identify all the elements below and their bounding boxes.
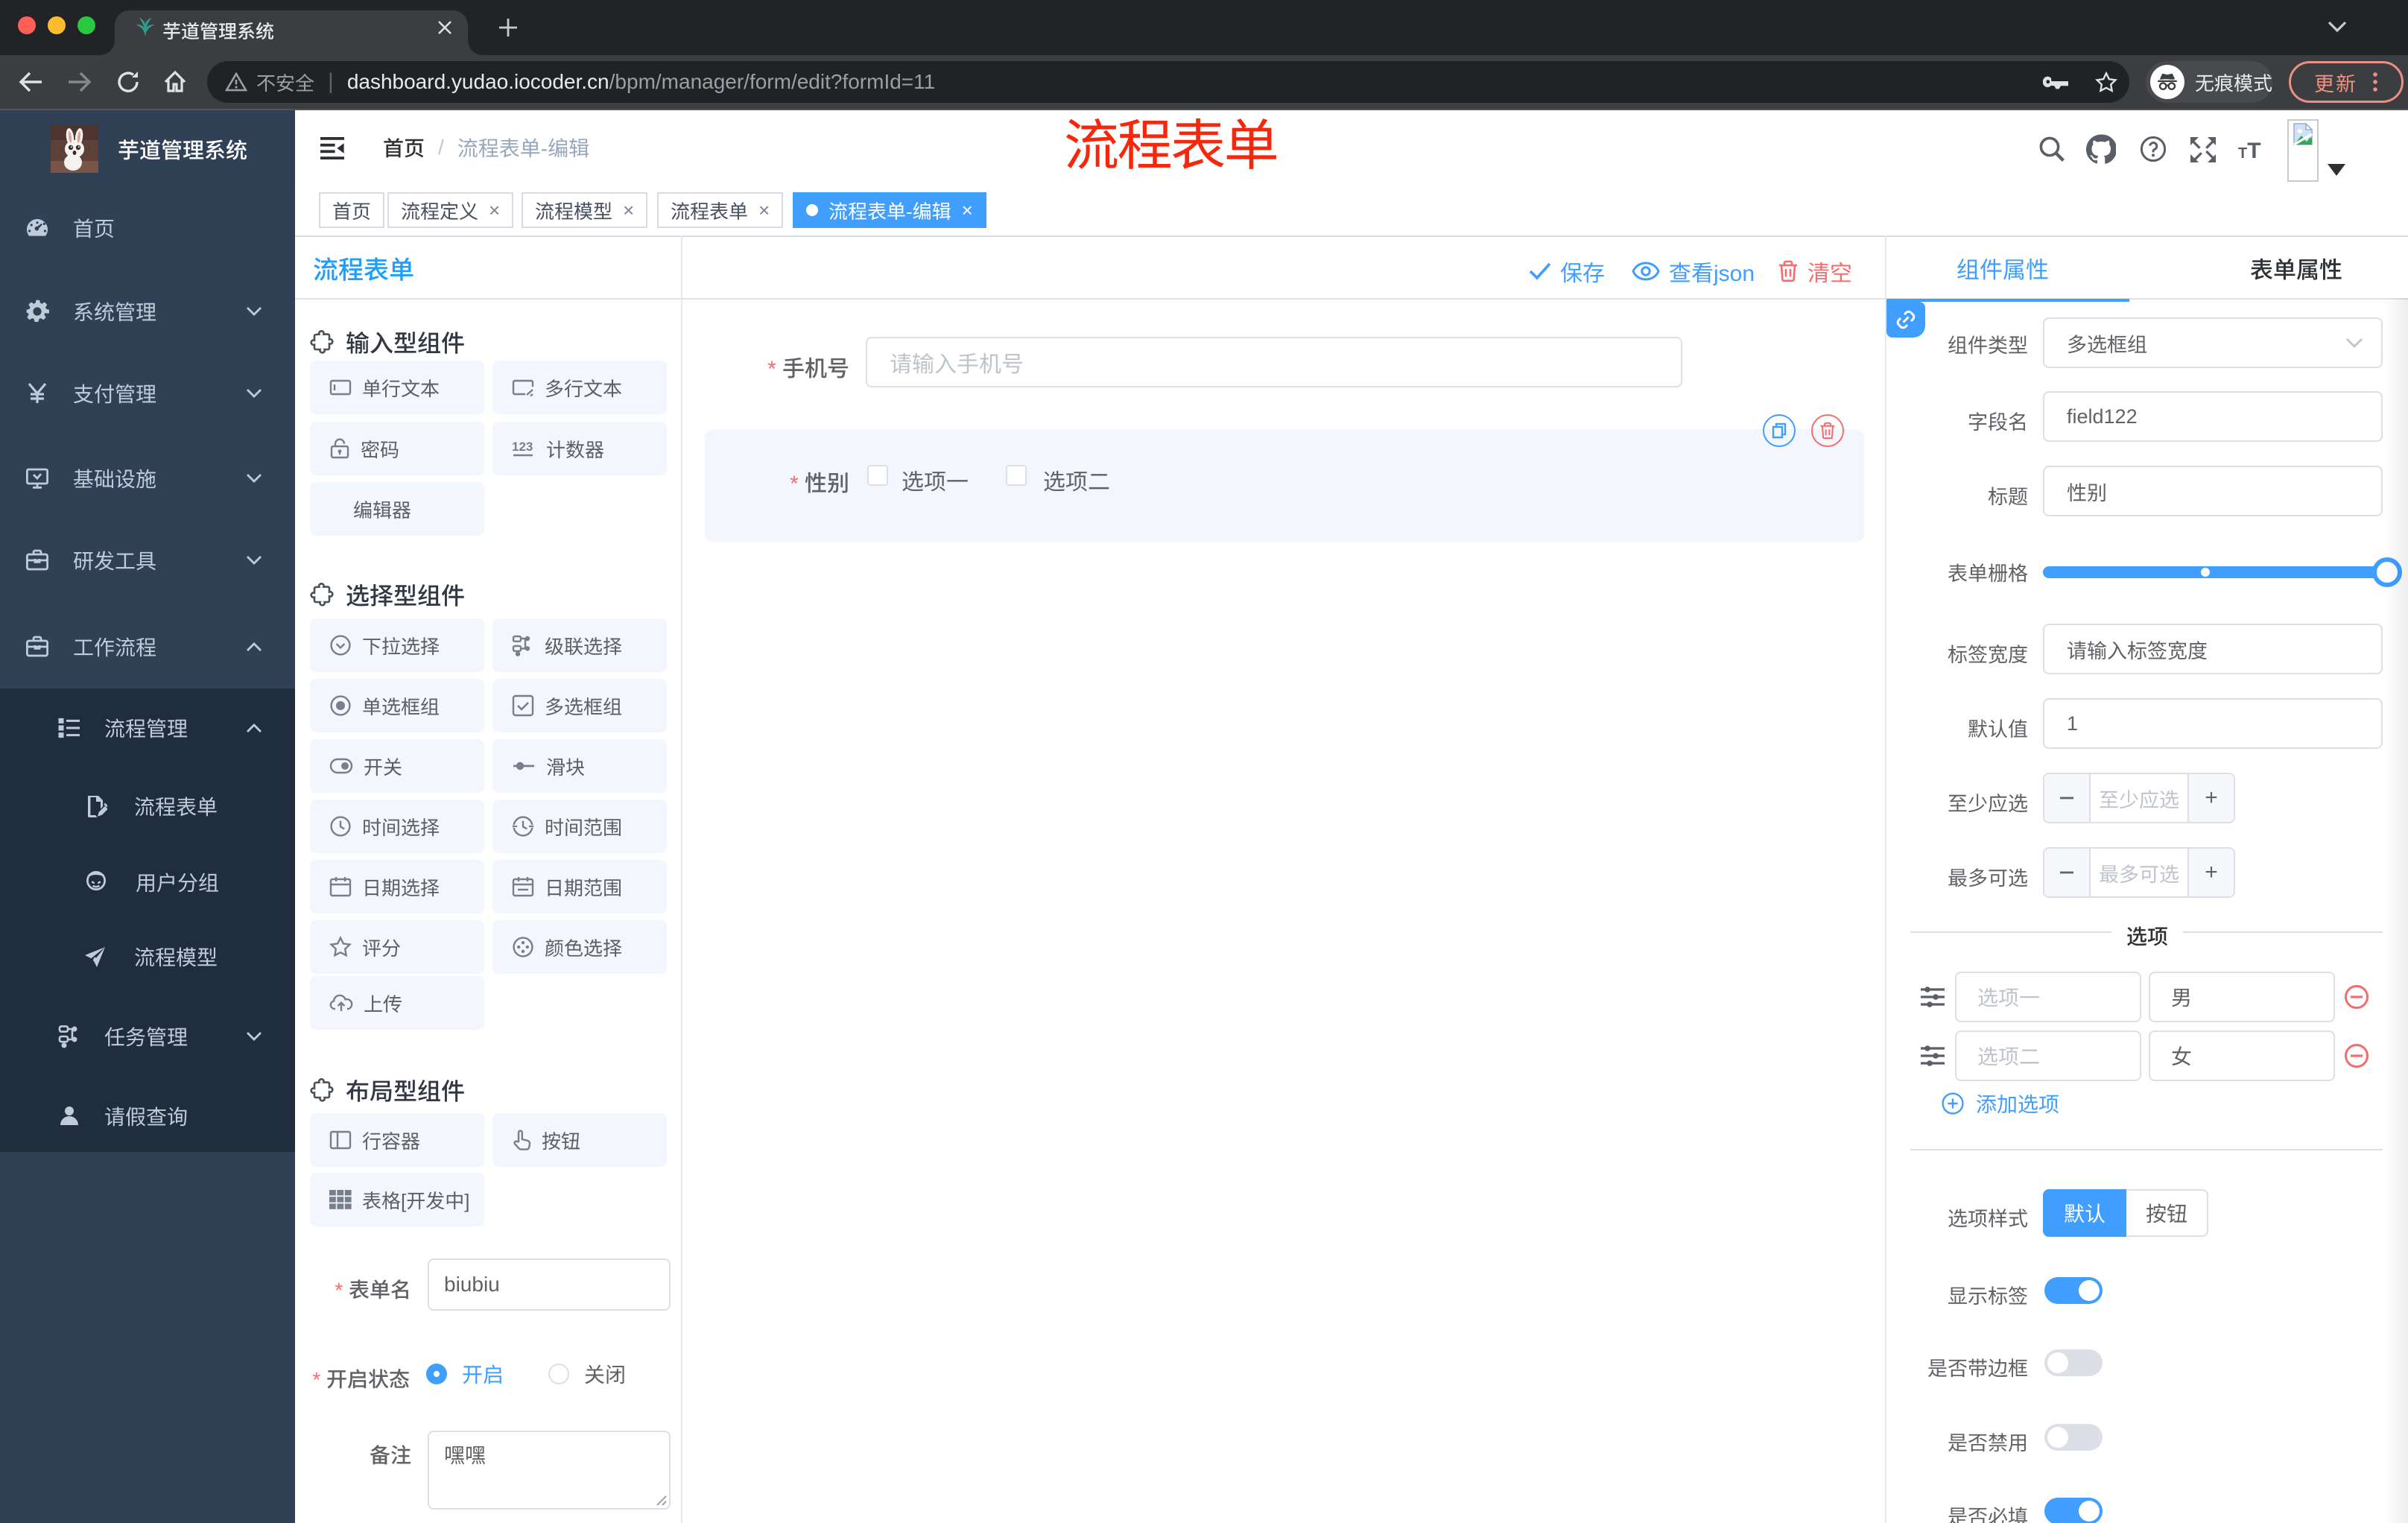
svg-text:123: 123 — [512, 440, 533, 454]
